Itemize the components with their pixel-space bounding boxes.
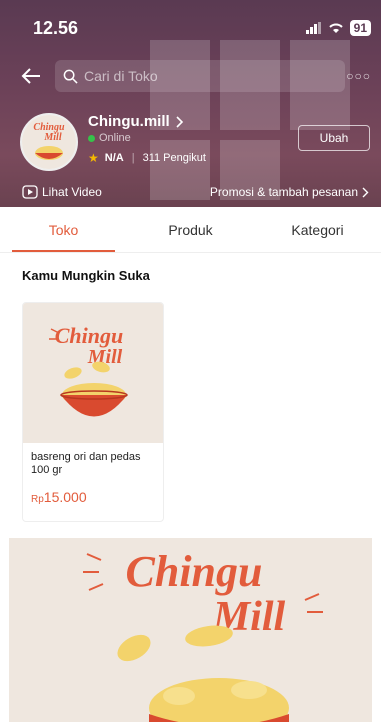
product-price: Rp15.000 bbox=[23, 477, 163, 505]
chingu-mill-logo: Chingu Mill bbox=[49, 323, 128, 417]
product-image[interactable]: Chingu Mill bbox=[23, 303, 163, 443]
search-icon bbox=[63, 69, 78, 84]
wifi-icon bbox=[328, 23, 343, 33]
svg-text:Chingu: Chingu bbox=[55, 323, 124, 348]
watch-video-link[interactable]: Lihat Video bbox=[22, 185, 102, 199]
shop-meta: ★ N/A | 311 Pengikut bbox=[88, 151, 206, 165]
price-currency: Rp bbox=[31, 494, 44, 505]
edit-button[interactable]: Ubah bbox=[298, 125, 370, 151]
shop-followers: 311 Pengikut bbox=[142, 152, 206, 164]
online-status: Online bbox=[88, 132, 131, 144]
shop-info: Chingu Mill Chingu.mill Online ★ N/A | 3… bbox=[20, 113, 370, 173]
chevron-right-icon bbox=[176, 115, 183, 128]
star-icon: ★ bbox=[88, 151, 99, 165]
promo-link[interactable]: Promosi & tambah pesanan bbox=[210, 185, 369, 199]
search-row: ○○○ bbox=[0, 60, 381, 92]
shop-name[interactable]: Chingu.mill bbox=[88, 113, 184, 130]
chingu-mill-banner-art: Chingu Mill bbox=[83, 547, 323, 722]
search-input[interactable] bbox=[84, 68, 324, 84]
promo-banner[interactable]: Chingu Mill bbox=[9, 538, 372, 722]
chingu-mill-logo: Chingu Mill bbox=[22, 115, 76, 169]
tab-kategori[interactable]: Kategori bbox=[254, 207, 381, 252]
svg-text:Chingu: Chingu bbox=[126, 547, 263, 596]
more-options-icon[interactable]: ○○○ bbox=[346, 69, 371, 83]
online-dot-icon bbox=[88, 134, 95, 142]
product-card[interactable]: Chingu Mill basreng ori dan pedas 100 gr… bbox=[22, 302, 164, 522]
section-title: Kamu Mungkin Suka bbox=[22, 268, 150, 283]
tab-produk[interactable]: Produk bbox=[127, 207, 254, 252]
status-bar: 12.56 91 bbox=[0, 18, 381, 42]
divider: | bbox=[131, 152, 135, 164]
watch-video-label: Lihat Video bbox=[42, 185, 102, 199]
back-arrow-icon[interactable] bbox=[20, 64, 44, 88]
signal-icon bbox=[305, 22, 321, 34]
online-status-text: Online bbox=[99, 132, 131, 144]
shop-tabs: Toko Produk Kategori bbox=[0, 207, 381, 253]
play-video-icon bbox=[22, 185, 38, 199]
status-icons: 91 bbox=[305, 20, 371, 36]
svg-text:Mill: Mill bbox=[43, 132, 61, 143]
status-time: 12.56 bbox=[33, 18, 79, 38]
shop-name-text: Chingu.mill bbox=[88, 113, 170, 130]
battery-icon: 91 bbox=[349, 20, 371, 36]
chevron-right-icon bbox=[362, 187, 369, 197]
shop-rating: N/A bbox=[104, 152, 124, 164]
tab-toko[interactable]: Toko bbox=[0, 207, 127, 252]
header-links: Lihat Video Promosi & tambah pesanan bbox=[0, 183, 381, 205]
shop-header: 12.56 91 ○○○ bbox=[0, 0, 381, 207]
price-amount: 15.000 bbox=[43, 489, 87, 505]
product-name: basreng ori dan pedas 100 gr bbox=[31, 451, 141, 476]
shop-avatar[interactable]: Chingu Mill bbox=[20, 113, 78, 171]
search-box[interactable] bbox=[55, 60, 345, 92]
promo-label: Promosi & tambah pesanan bbox=[209, 185, 358, 199]
